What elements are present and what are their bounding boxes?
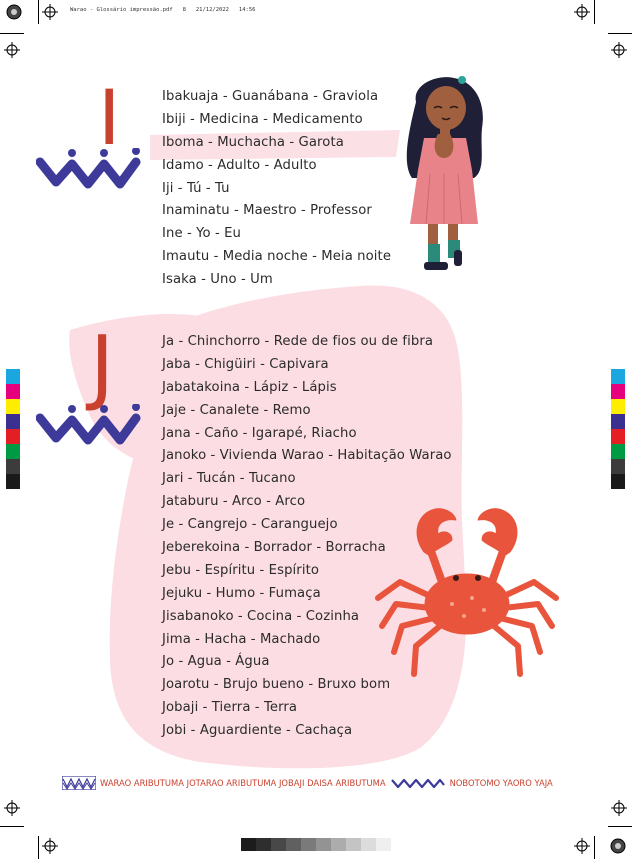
glossary-entry: Jobaji - Tierra - Terra [162,700,298,716]
color-swatch [611,444,625,459]
color-swatch [6,459,20,474]
glossary-entry: Iji - Tú - Tu [162,180,230,196]
glossary-entry: Ja - Chinchorro - Rede de fios ou de fib… [162,334,434,349]
color-swatch [6,384,20,399]
color-swatch [6,444,20,459]
color-swatch [6,429,20,444]
crosshair-registration-icon [4,800,20,816]
glossary-entry: Ibiji - Medicina - Medicamento [162,111,363,127]
gray-swatch [346,838,361,851]
warao-pattern-icon [62,776,96,790]
gray-swatch [301,838,316,851]
entry-list-i: Ibakuaja - Guanábana - Graviola Ibiji - … [162,86,391,292]
section-letter-j: J [90,319,115,414]
warao-pattern-icon [36,404,141,445]
gray-swatch [316,838,331,851]
glossary-entry: Jaba - Chigüiri - Capivara [162,356,329,372]
circle-registration-icon [6,4,22,20]
color-swatch [6,399,20,414]
color-swatch [611,369,625,384]
glossary-entry: Iboma - Muchacha - Garota [162,134,344,150]
glossary-entry: Jaje - Canalete - Remo [162,402,311,418]
crosshair-registration-icon [611,800,627,816]
crab-illustration [375,508,559,677]
warao-wave-pattern-icon [390,778,445,789]
gray-swatch [286,838,301,851]
page-footer: WARAO ARIBUTUMA JOTARAO ARIBUTUMA JOBAJI… [62,774,582,792]
footer-text-left: WARAO ARIBUTUMA JOTARAO ARIBUTUMA JOBAJI… [100,778,386,788]
crosshair-registration-icon [4,42,20,58]
warao-pattern-icon [36,148,141,189]
glossary-entry: Ine - Yo - Eu [162,226,242,242]
color-swatch [6,474,20,489]
trim-mark [594,0,595,24]
glossary-entry: Jari - Tucán - Tucano [162,471,296,487]
print-colorbar-right [611,369,625,489]
crosshair-registration-icon [574,4,590,20]
crosshair-registration-icon [42,4,58,20]
gray-swatch [376,838,391,851]
gray-swatch [256,838,271,851]
glossary-entry: Jana - Caño - Igarapé, Riacho [162,425,357,441]
circle-registration-icon [610,838,626,854]
girl-illustration [406,76,483,270]
gray-swatch [361,838,376,851]
color-swatch [611,414,625,429]
gray-swatch [331,838,346,851]
trim-mark [38,836,39,859]
trim-mark [594,836,595,859]
glossary-entry: Jabatakoina - Lápiz - Lápis [162,379,337,395]
trim-mark [608,33,632,34]
gray-swatch [241,838,256,851]
gray-swatch [271,838,286,851]
color-swatch [611,474,625,489]
trim-mark [0,826,24,827]
print-colorbar-left [6,369,20,489]
crosshair-registration-icon [42,838,58,854]
color-swatch [611,459,625,474]
trim-mark [0,33,24,34]
section-letter-i: I [98,73,121,162]
print-graybar [241,838,391,851]
glossary-entry: Jobi - Aguardiente - Cachaça [162,723,353,739]
print-header: Warao - Glossário impressão.pdf 8 21/12/… [70,7,256,13]
glossary-entry: Ibakuaja - Guanábana - Graviola [162,89,379,104]
color-swatch [611,429,625,444]
color-swatch [6,414,20,429]
color-swatch [6,369,20,384]
crosshair-registration-icon [611,42,627,58]
glossary-entry: Idamo - Adulto - Adulto [162,157,317,173]
color-swatch [611,384,625,399]
glossary-entry: Inaminatu - Maestro - Professor [162,203,372,219]
crosshair-registration-icon [574,838,590,854]
trim-mark [38,0,39,24]
footer-text-right: NOBOTOMO YAORO YAJA [449,778,553,788]
glossary-entry: Janoko - Vivienda Warao - Habitação Wara… [162,448,452,464]
trim-mark [608,826,632,827]
glossary-entry: Imautu - Media noche - Meia noite [162,249,392,265]
color-swatch [611,399,625,414]
glossary-entry: Isaka - Uno - Um [162,272,273,288]
